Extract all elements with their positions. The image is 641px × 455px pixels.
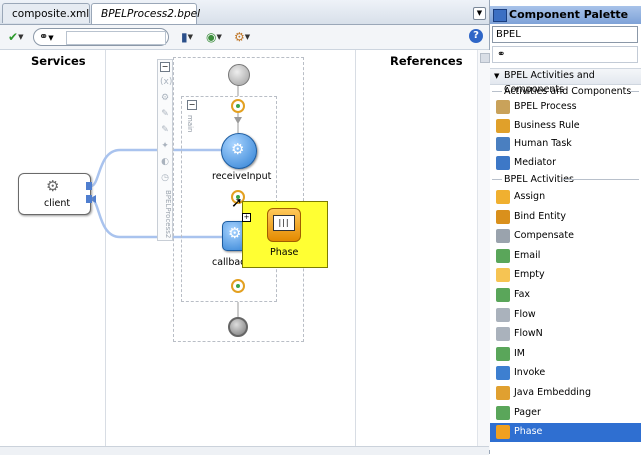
- section-bpel-activities-components[interactable]: ▼ BPEL Activities and Components: [490, 68, 641, 95]
- palette-item-assign[interactable]: Assign: [490, 188, 641, 207]
- bpel-process-icon: [496, 100, 510, 114]
- palette-title: Component Palette: [509, 8, 629, 21]
- palette-item-invoke[interactable]: Invoke: [490, 364, 641, 383]
- palette-item-bpel-process[interactable]: BPEL Process: [490, 98, 641, 117]
- palette-item-im[interactable]: IM: [490, 345, 641, 364]
- sensor-icon[interactable]: ✦: [160, 141, 170, 151]
- drop-zone-icon[interactable]: [231, 279, 245, 293]
- palette-item-mediator[interactable]: Mediator: [490, 154, 641, 173]
- mediator-icon: [496, 155, 510, 170]
- palette-item-label: Empty: [514, 269, 545, 281]
- pointer-cursor-icon: ➚: [231, 195, 243, 211]
- flow-icon: [496, 307, 510, 322]
- human-task-icon: [496, 137, 510, 151]
- subsection-activities-components[interactable]: Activities and Components: [490, 84, 641, 99]
- palette-item-label: Email: [514, 249, 541, 261]
- variables-icon[interactable]: (x): [160, 77, 172, 87]
- palette-item-flown[interactable]: FlowN: [490, 325, 641, 344]
- fax-icon: [496, 288, 510, 302]
- divider-line: [562, 179, 639, 180]
- client-port[interactable]: [86, 195, 92, 203]
- collapse-arrow-icon: ▼: [494, 72, 500, 80]
- divider-line: [630, 91, 639, 92]
- palette-item-phase[interactable]: Phase: [490, 423, 641, 443]
- collapse-scope-icon[interactable]: −: [187, 100, 197, 110]
- scope-name-label: main: [186, 115, 194, 133]
- palette-item-label: Phase: [514, 426, 543, 438]
- palette-page-select[interactable]: BPEL: [492, 26, 638, 43]
- palette-item-empty[interactable]: Empty: [490, 266, 641, 285]
- gear-icon: ⚙: [231, 140, 245, 158]
- subsection-bpel-activities[interactable]: BPEL Activities: [490, 172, 641, 187]
- palette-item-fax[interactable]: Fax: [490, 286, 641, 305]
- palette-item-business-rule[interactable]: Business Rule: [490, 117, 641, 136]
- palette-item-label: Flow: [514, 308, 536, 320]
- collapse-process-icon[interactable]: −: [160, 62, 170, 72]
- empty-icon: [496, 268, 510, 283]
- palette-header: Component Palette: [490, 6, 641, 24]
- divider-line: [492, 179, 502, 180]
- event-icon[interactable]: ◐: [160, 157, 170, 167]
- palette-item-label: Pager: [514, 406, 541, 418]
- receive-label: receiveInput: [212, 171, 272, 182]
- palette-search[interactable]: ⚭: [492, 46, 638, 63]
- palette-item-label: Java Embedding: [514, 387, 591, 398]
- start-node[interactable]: [228, 64, 250, 86]
- drop-zone-icon[interactable]: [231, 99, 245, 113]
- palette-item-bind-entity[interactable]: Bind Entity: [490, 208, 641, 227]
- drag-preview-label: Phase: [270, 247, 299, 258]
- palette-item-label: Assign: [514, 191, 546, 202]
- phase-icon-glyph: |||: [273, 215, 295, 231]
- palette-item-label: BPEL Process: [514, 101, 577, 112]
- palette-item-label: Business Rule: [514, 119, 580, 131]
- palette-item-label: IM: [514, 347, 525, 359]
- java-embedding-icon: [496, 386, 510, 400]
- divider-line: [492, 91, 502, 92]
- palette-item-label: Mediator: [514, 156, 556, 168]
- client-port[interactable]: [86, 182, 92, 190]
- bind-entity-icon: [496, 209, 510, 224]
- email-icon: [496, 248, 510, 263]
- invoke-icon: [496, 366, 510, 381]
- assign-icon: [496, 190, 510, 204]
- component-palette: Component Palette BPEL ⚭ ▼ BPEL Activiti…: [490, 0, 641, 454]
- subsection-label: Activities and Components: [504, 86, 632, 97]
- palette-item-label: Human Task: [514, 138, 572, 149]
- flown-icon: [496, 327, 510, 342]
- gear-icon: ⚙: [46, 177, 60, 195]
- binoculars-icon[interactable]: ⚭: [497, 49, 505, 60]
- bpel-editor: composite.xml BPELProcess2.bpel ▼ ✔ ▼ ⚭▼ …: [0, 0, 490, 455]
- palette-item-java-embedding[interactable]: Java Embedding: [490, 384, 641, 403]
- end-node[interactable]: [228, 317, 248, 337]
- palette-item-human-task[interactable]: Human Task: [490, 135, 641, 154]
- im-icon: [496, 346, 510, 361]
- phase-icon: [496, 425, 510, 440]
- drag-add-icon: +: [242, 213, 251, 222]
- partnerlink-icon[interactable]: ✎: [160, 109, 170, 119]
- palette-item-label: Bind Entity: [514, 210, 566, 222]
- properties-icon[interactable]: ✎: [160, 125, 170, 135]
- palette-item-pager[interactable]: Pager: [490, 404, 641, 423]
- compensate-icon: [496, 229, 510, 244]
- palette-item-flow[interactable]: Flow: [490, 306, 641, 325]
- gear-icon: ⚙: [228, 224, 242, 242]
- main-scope: [181, 96, 277, 302]
- client-label: client: [44, 198, 71, 209]
- palette-item-label: Compensate: [514, 230, 574, 242]
- palette-item-compensate[interactable]: Compensate: [490, 227, 641, 246]
- process-name-label: BPELProcess2: [164, 190, 172, 239]
- palette-icon: [493, 9, 507, 22]
- business-rule-icon: [496, 118, 510, 133]
- correlation-icon[interactable]: ⚙: [160, 93, 170, 103]
- fault-icon[interactable]: ◷: [160, 173, 170, 183]
- palette-item-label: Fax: [514, 289, 531, 300]
- palette-item-email[interactable]: Email: [490, 247, 641, 266]
- palette-item-label: FlowN: [514, 328, 543, 340]
- pager-icon: [496, 405, 510, 420]
- palette-item-label: Invoke: [514, 367, 546, 379]
